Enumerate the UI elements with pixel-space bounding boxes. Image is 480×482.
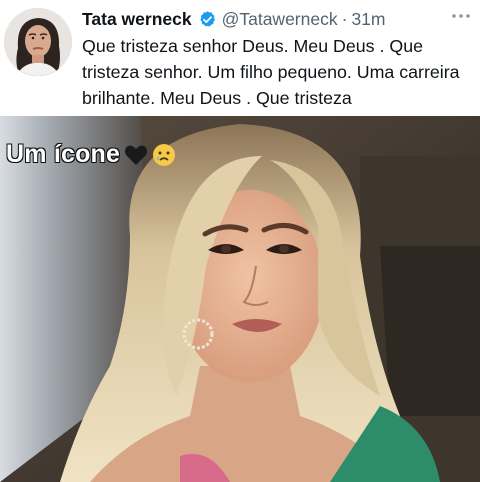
avatar-portrait bbox=[4, 8, 72, 76]
black-heart-icon bbox=[124, 144, 148, 166]
handle[interactable]: @Tatawerneck bbox=[222, 9, 338, 30]
separator-dot: · bbox=[341, 8, 348, 29]
verified-badge-icon bbox=[198, 10, 217, 29]
timestamp[interactable]: 31m bbox=[351, 9, 385, 30]
tweet: Tata werneck @Tatawerneck · 31m Que tris… bbox=[0, 0, 480, 116]
more-options-icon[interactable] bbox=[450, 9, 472, 23]
crying-face-icon bbox=[152, 143, 176, 167]
avatar[interactable] bbox=[4, 8, 72, 76]
photo-caption: Um ícone bbox=[5, 139, 176, 169]
tweet-header: Tata werneck @Tatawerneck · 31m bbox=[82, 6, 385, 32]
tweet-photo[interactable]: Um ícone bbox=[0, 116, 480, 482]
portrait-image bbox=[0, 116, 480, 482]
caption-text: Um ícone bbox=[5, 139, 121, 168]
display-name[interactable]: Tata werneck bbox=[82, 9, 192, 30]
tweet-screenshot: Tata werneck @Tatawerneck · 31m Que tris… bbox=[0, 0, 480, 482]
tweet-text: Que tristeza senhor Deus. Meu Deus . Que… bbox=[82, 36, 460, 108]
